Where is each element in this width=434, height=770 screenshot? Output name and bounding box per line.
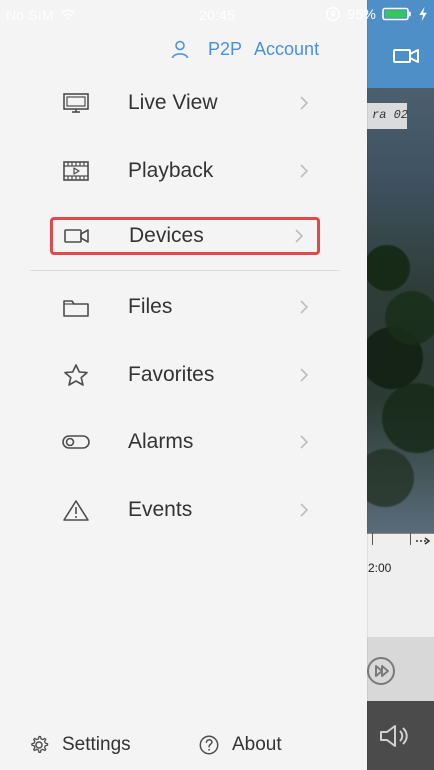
chevron-right-icon xyxy=(300,435,309,449)
app-screen: ra 02 2:00 P2P Account Live View Playbac… xyxy=(0,0,434,770)
background-timeline xyxy=(367,533,434,638)
video-camera-icon xyxy=(61,223,93,249)
timeline-scroll-icon xyxy=(416,537,431,545)
monitor-icon xyxy=(60,90,92,116)
background-playbar xyxy=(367,701,434,770)
menu-item-alarms[interactable]: Alarms xyxy=(52,422,322,462)
camera-icon xyxy=(393,49,419,63)
chevron-right-icon xyxy=(300,368,309,382)
film-icon xyxy=(60,158,92,184)
chevron-right-icon xyxy=(300,300,309,314)
menu-item-playback[interactable]: Playback xyxy=(52,151,322,191)
help-icon xyxy=(199,735,219,755)
navigation-drawer: P2P Account Live View Playback Devices F… xyxy=(0,0,367,770)
folder-icon xyxy=(60,294,92,320)
background-controls xyxy=(367,637,434,701)
menu-item-label: Live View xyxy=(128,91,218,114)
menu-item-live-view[interactable]: Live View xyxy=(52,83,322,123)
drawer-footer: Settings About xyxy=(0,720,367,768)
warning-icon xyxy=(60,497,92,523)
menu-item-devices[interactable]: Devices xyxy=(50,217,320,255)
menu-item-label: Alarms xyxy=(128,430,194,453)
menu-item-favorites[interactable]: Favorites xyxy=(52,355,322,395)
background-video-trees xyxy=(367,88,434,533)
settings-button[interactable]: Settings xyxy=(28,730,131,760)
background-header xyxy=(367,0,434,88)
chevron-right-icon xyxy=(300,503,309,517)
menu-divider xyxy=(30,270,340,271)
menu-item-label: Events xyxy=(128,498,193,521)
about-button[interactable]: About xyxy=(198,730,282,760)
menu-item-label: Favorites xyxy=(128,363,215,386)
menu-item-label: Playback xyxy=(128,159,214,182)
timeline-time: 2:00 xyxy=(368,561,392,575)
menu-item-label: Devices xyxy=(129,224,204,247)
background-video-label: ra 02 xyxy=(372,108,409,122)
timeline-tick xyxy=(410,533,411,545)
star-icon xyxy=(60,362,92,388)
menu-item-label: Files xyxy=(128,295,173,318)
main-menu: Live View Playback Devices Files Favorit… xyxy=(0,0,367,770)
about-label: About xyxy=(232,734,282,755)
menu-item-events[interactable]: Events xyxy=(52,490,322,530)
gear-icon xyxy=(31,735,49,753)
timeline-tick xyxy=(372,533,373,545)
settings-label: Settings xyxy=(62,734,131,755)
menu-item-files[interactable]: Files xyxy=(52,287,322,327)
toggle-icon xyxy=(60,429,92,455)
chevron-right-icon xyxy=(300,164,309,178)
fast-forward-icon xyxy=(367,657,395,685)
speaker-icon xyxy=(380,725,408,747)
chevron-right-icon xyxy=(300,96,309,110)
chevron-right-icon xyxy=(295,229,304,243)
